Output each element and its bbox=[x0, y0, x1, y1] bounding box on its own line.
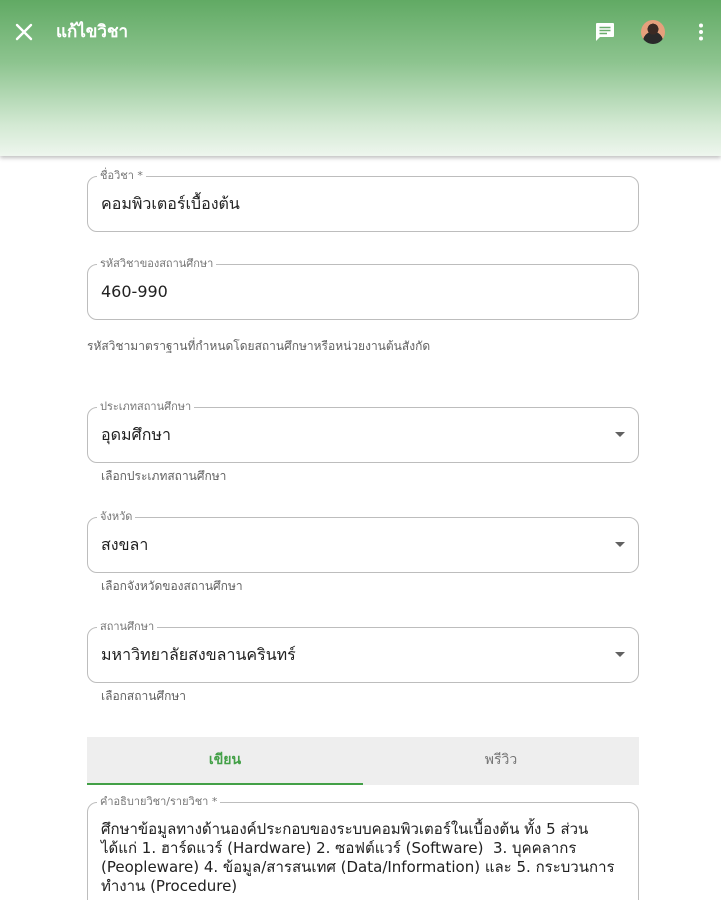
institution-hint: เลือกสถานศึกษา bbox=[101, 689, 186, 703]
institution-type-select[interactable]: ประเภทสถานศึกษา อุดมศึกษา bbox=[87, 400, 639, 463]
course-name-field[interactable]: ชื่อวิชา * คอมพิวเตอร์เบื้องต้น bbox=[87, 169, 639, 232]
institution-code-field[interactable]: รหัสวิชาของสถานศึกษา 460-990 bbox=[87, 257, 639, 320]
dropdown-arrow-icon[interactable] bbox=[615, 432, 625, 437]
course-name-value[interactable]: คอมพิวเตอร์เบื้องต้น bbox=[101, 177, 240, 231]
institution-type-value: อุดมศึกษา bbox=[101, 425, 171, 444]
page-title: แก้ไขวิชา bbox=[56, 22, 129, 42]
chat-icon[interactable] bbox=[593, 20, 617, 44]
user-avatar[interactable] bbox=[641, 20, 665, 44]
app-bar: แก้ไขวิชา bbox=[0, 0, 721, 156]
province-value: สงขลา bbox=[101, 535, 149, 554]
tab-write[interactable]: เขียน bbox=[87, 737, 363, 785]
province-select[interactable]: จังหวัด สงขลา bbox=[87, 510, 639, 573]
description-label: คำอธิบายวิชา/รายวิชา * bbox=[97, 795, 221, 809]
editor-tabs: เขียน พรีวิว bbox=[87, 737, 639, 785]
institution-select[interactable]: สถานศึกษา มหาวิทยาลัยสงขลานครินทร์ bbox=[87, 620, 639, 683]
institution-type-hint: เลือกประเภทสถานศึกษา bbox=[101, 469, 227, 483]
institution-code-value[interactable]: 460-990 bbox=[101, 265, 168, 319]
province-hint: เลือกจังหวัดของสถานศึกษา bbox=[101, 579, 243, 593]
more-vert-icon[interactable] bbox=[689, 20, 713, 44]
tab-preview[interactable]: พรีวิว bbox=[363, 737, 639, 785]
description-value[interactable]: ศึกษาข้อมูลทางด้านองค์ประกอบของระบบคอมพิ… bbox=[101, 820, 621, 896]
standard-code-hint: รหัสวิชามาตราฐานที่กำหนดโดยสถานศึกษาหรือ… bbox=[87, 339, 431, 353]
dropdown-arrow-icon[interactable] bbox=[615, 652, 625, 657]
dropdown-arrow-icon[interactable] bbox=[615, 542, 625, 547]
description-field[interactable]: คำอธิบายวิชา/รายวิชา * ศึกษาข้อมูลทางด้า… bbox=[87, 795, 639, 900]
close-icon[interactable] bbox=[12, 20, 36, 44]
institution-value: มหาวิทยาลัยสงขลานครินทร์ bbox=[101, 645, 296, 664]
form-content: ชื่อวิชา * คอมพิวเตอร์เบื้องต้น รหัสวิชา… bbox=[0, 156, 721, 900]
